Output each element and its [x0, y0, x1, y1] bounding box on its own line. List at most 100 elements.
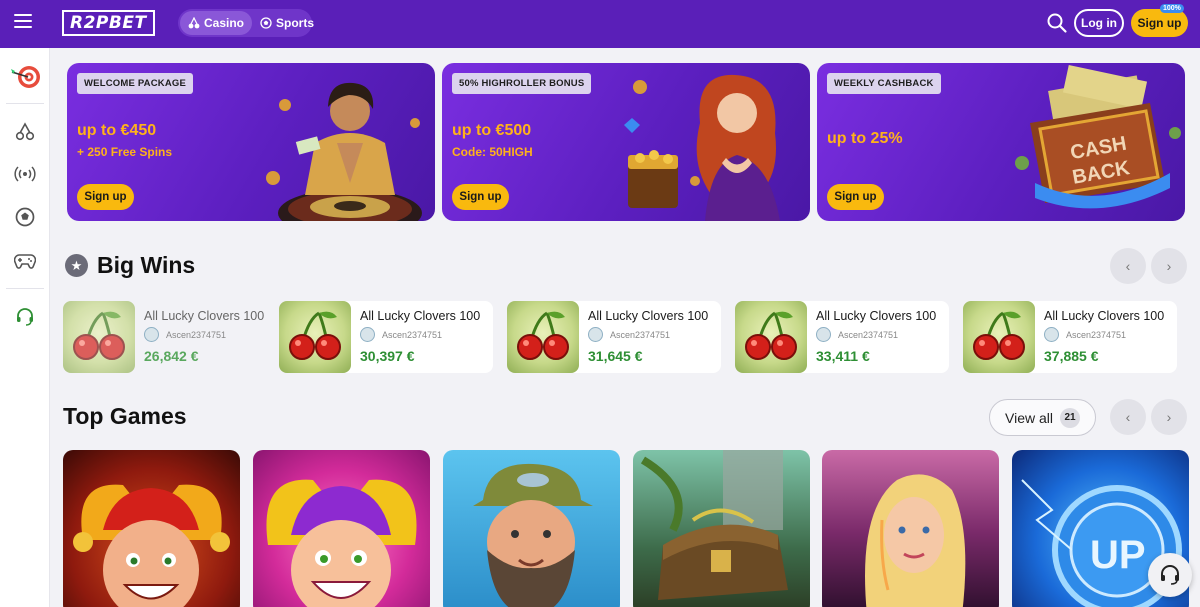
sidebar-item-casino[interactable]: [0, 112, 50, 150]
cashback-chest-illustration: CASH BACK: [1015, 64, 1181, 209]
promo-subline: + 250 Free Spins: [77, 145, 173, 159]
promo-headline: up to €450: [77, 122, 157, 139]
game-tile[interactable]: [253, 450, 430, 607]
star-icon: ★: [65, 254, 88, 277]
game-thumbnail: [963, 301, 1035, 373]
chevron-right-icon: ›: [1166, 409, 1172, 425]
win-username: Ascen2374751: [1066, 330, 1127, 340]
cherries-icon: [973, 311, 1025, 360]
cherries-icon: [15, 122, 35, 141]
sidebar-item-support[interactable]: [0, 298, 50, 336]
big-win-card[interactable]: All Lucky Clovers 100 Ascen2374751 37,88…: [963, 301, 1177, 373]
live-support-button[interactable]: [1148, 553, 1192, 597]
search-icon[interactable]: [1046, 12, 1068, 34]
chevron-left-icon: ‹: [1125, 258, 1131, 274]
user-avatar-icon: [1044, 327, 1059, 342]
headset-icon: [1161, 565, 1179, 585]
game-thumbnail: [507, 301, 579, 373]
sidebar-item-games[interactable]: [0, 242, 50, 280]
cherries-icon: [745, 311, 797, 360]
win-amount: 30,397 €: [360, 348, 415, 364]
sidebar-divider: [6, 288, 44, 289]
live-broadcast-icon: [14, 166, 36, 182]
game-tile[interactable]: [63, 450, 240, 607]
sidebar-item-dartboard[interactable]: [0, 58, 50, 96]
win-game-name: All Lucky Clovers 100: [1044, 309, 1165, 323]
promo-banner-highroller[interactable]: 50% HIGHROLLER BONUS up to €500 Code: 50…: [442, 63, 810, 221]
user-avatar-icon: [588, 327, 603, 342]
login-button[interactable]: Log in: [1074, 9, 1124, 37]
top-games-title: Top Games: [63, 403, 187, 429]
signup-bonus-badge: 100%: [1160, 4, 1184, 13]
win-username: Ascen2374751: [382, 330, 443, 340]
win-game-name: All Lucky Clovers 100: [144, 309, 265, 323]
cherries-icon: [289, 311, 341, 360]
win-game-name: All Lucky Clovers 100: [588, 309, 709, 323]
soccer-ball-icon: [260, 17, 272, 29]
promo-signup-button[interactable]: Sign up: [452, 184, 509, 210]
game-thumbnail: [63, 301, 135, 373]
big-win-card[interactable]: All Lucky Clovers 100 Ascen2374751 33,41…: [735, 301, 949, 373]
big-win-card[interactable]: All Lucky Clovers 100 Ascen2374751 30,39…: [279, 301, 493, 373]
win-username: Ascen2374751: [166, 330, 227, 340]
tab-casino-label: Casino: [204, 16, 245, 30]
headset-icon: [17, 308, 33, 326]
promo-banner-welcome[interactable]: WELCOME PACKAGE up to €450 + 250 Free Sp…: [67, 63, 435, 221]
game-tile[interactable]: [822, 450, 999, 607]
tab-sports-label: Sports: [276, 16, 315, 30]
red-jester-art: [73, 484, 230, 607]
game-thumbnail: [735, 301, 807, 373]
site-logo[interactable]: R2PBET: [62, 10, 155, 36]
sidebar: [0, 48, 50, 607]
view-all-button[interactable]: View all 21: [989, 399, 1096, 436]
view-all-count-badge: 21: [1060, 407, 1080, 428]
croupier-illustration: [266, 82, 422, 221]
big-wins-title: Big Wins: [97, 252, 196, 278]
win-game-name: All Lucky Clovers 100: [360, 309, 481, 323]
up-word: UP: [1090, 533, 1146, 577]
user-avatar-icon: [144, 327, 159, 342]
win-amount: 37,885 €: [1044, 348, 1099, 364]
redhead-woman-illustration: [624, 74, 780, 221]
signup-button[interactable]: Sign up: [1131, 9, 1188, 37]
big-win-card[interactable]: All Lucky Clovers 100 Ascen2374751 26,84…: [63, 301, 277, 373]
promo-signup-button[interactable]: Sign up: [77, 184, 134, 210]
user-avatar-icon: [816, 327, 831, 342]
win-game-name: All Lucky Clovers 100: [816, 309, 937, 323]
tab-sports[interactable]: Sports: [252, 11, 322, 35]
cherries-icon: [188, 17, 200, 29]
game-thumbnail: [279, 301, 351, 373]
cherries-icon: [517, 311, 569, 360]
promo-tag: WELCOME PACKAGE: [77, 73, 194, 94]
blonde-woman-art: [865, 474, 966, 607]
cherries-icon: [73, 311, 125, 360]
top-games-next-button[interactable]: ›: [1151, 399, 1187, 435]
top-games-prev-button[interactable]: ‹: [1110, 399, 1146, 435]
hamburger-menu-icon[interactable]: [14, 14, 32, 28]
sidebar-item-live[interactable]: [0, 155, 50, 193]
promo-tag: WEEKLY CASHBACK: [827, 73, 941, 94]
chevron-right-icon: ›: [1166, 258, 1172, 274]
user-avatar-icon: [360, 327, 375, 342]
tab-casino[interactable]: Casino: [180, 11, 253, 35]
sidebar-item-sports[interactable]: [0, 198, 50, 236]
top-bar: R2PBET Casino Sports Log in Sign up 100%: [0, 0, 1200, 48]
treasure-chest-art: [640, 450, 788, 600]
view-all-label: View all: [1005, 409, 1053, 426]
game-tile[interactable]: [443, 450, 620, 607]
big-win-card[interactable]: All Lucky Clovers 100 Ascen2374751 31,64…: [507, 301, 721, 373]
promo-banner-cashback[interactable]: CASH BACK WEEKLY CASHBACK up to 25% Sign…: [817, 63, 1185, 221]
win-username: Ascen2374751: [838, 330, 899, 340]
promo-headline: up to €500: [452, 122, 532, 139]
fisherman-art: [473, 463, 593, 607]
big-wins-prev-button[interactable]: ‹: [1110, 248, 1146, 284]
dartboard-icon: [11, 66, 40, 88]
promo-headline: up to 25%: [827, 130, 903, 147]
promo-tag: 50% HIGHROLLER BONUS: [452, 73, 592, 94]
win-amount: 33,411 €: [816, 348, 870, 364]
promo-subline: Code: 50HIGH: [452, 145, 533, 159]
soccer-ball-icon: [15, 207, 35, 227]
promo-signup-button[interactable]: Sign up: [827, 184, 884, 210]
game-tile[interactable]: [633, 450, 810, 607]
big-wins-next-button[interactable]: ›: [1151, 248, 1187, 284]
